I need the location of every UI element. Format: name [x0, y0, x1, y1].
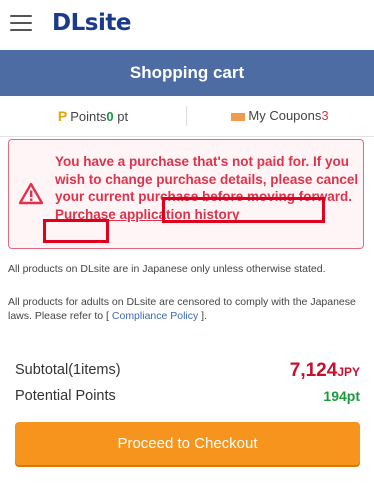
potential-points-row: Potential Points 194pt: [15, 388, 360, 408]
page-title: Shopping cart: [0, 50, 374, 96]
proceed-to-checkout-button[interactable]: Proceed to Checkout: [15, 422, 360, 465]
subtotal-label: Subtotal(1items): [15, 362, 121, 378]
subtotal-value: 7,124JPY: [290, 360, 360, 382]
alert-text: You have a purchase that's not paid for.…: [55, 154, 359, 204]
coupons-summary[interactable]: My Coupons3: [187, 96, 373, 136]
unpaid-purchase-alert: You have a purchase that's not paid for.…: [8, 139, 364, 249]
warning-icon: [19, 182, 43, 205]
compliance-policy-link[interactable]: Compliance Policy: [112, 310, 198, 322]
alert-message: You have a purchase that's not paid for.…: [55, 153, 360, 223]
subtotal-amount: 7,124: [289, 360, 338, 381]
points-label: Points: [70, 109, 107, 124]
currency-label: JPY: [337, 365, 360, 379]
top-bar: DLsite: [0, 0, 374, 50]
purchase-history-link[interactable]: Purchase application history: [55, 207, 240, 222]
points-summary[interactable]: P Points0 pt: [0, 96, 186, 136]
hamburger-icon[interactable]: [10, 15, 32, 33]
japanese-only-notice: All products on DLsite are in Japanese o…: [8, 263, 326, 275]
potential-points-label: Potential Points: [15, 388, 116, 404]
points-value: 0: [106, 109, 114, 124]
points-icon: P: [57, 108, 68, 124]
coupon-icon: [231, 112, 246, 121]
subtotal-row: Subtotal(1items) 7,124JPY: [15, 360, 360, 386]
coupons-count: 3: [321, 108, 329, 123]
coupons-label: My Coupons: [248, 108, 322, 123]
dlsite-logo[interactable]: DLsite: [52, 10, 131, 36]
points-unit: pt: [113, 109, 129, 124]
potential-points-value: 194pt: [323, 388, 360, 404]
censorship-tail: ].: [198, 309, 208, 322]
points-coupons-bar: P Points0 pt My Coupons3: [0, 96, 374, 137]
censorship-notice: All products for adults on DLsite are ce…: [8, 296, 366, 323]
